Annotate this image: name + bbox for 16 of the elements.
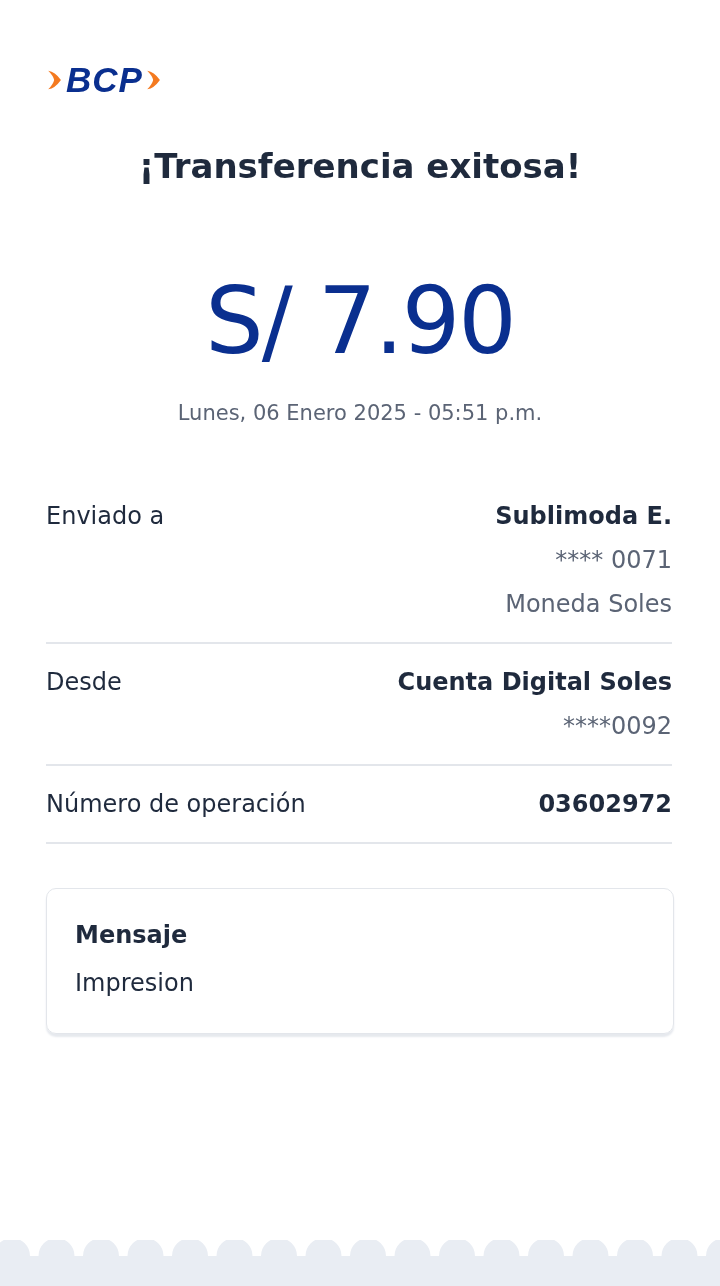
success-title: ¡Transferencia exitosa! (137, 145, 583, 188)
chevron-icon (46, 69, 64, 91)
detail-label: Enviado a (46, 501, 165, 532)
detail-value: Cuenta Digital Soles (397, 667, 672, 698)
detail-value: Sublimoda E. (495, 501, 672, 532)
message-text: Impresion (75, 968, 195, 999)
detail-value: Moneda Soles (505, 589, 672, 620)
detail-value: **** 0071 (555, 545, 672, 576)
detail-value: 03602972 (538, 789, 672, 820)
detail-label: Número de operación (46, 789, 306, 820)
date-time: Lunes, 06 Enero 2025 - 05:51 p.m. (176, 400, 544, 427)
detail-label: Desde (46, 667, 122, 698)
amount: S/ 7.90 (204, 272, 516, 372)
logo-text: BCP (66, 62, 143, 98)
message-title: Mensaje (75, 920, 189, 951)
detail-value: ****0092 (562, 711, 672, 742)
